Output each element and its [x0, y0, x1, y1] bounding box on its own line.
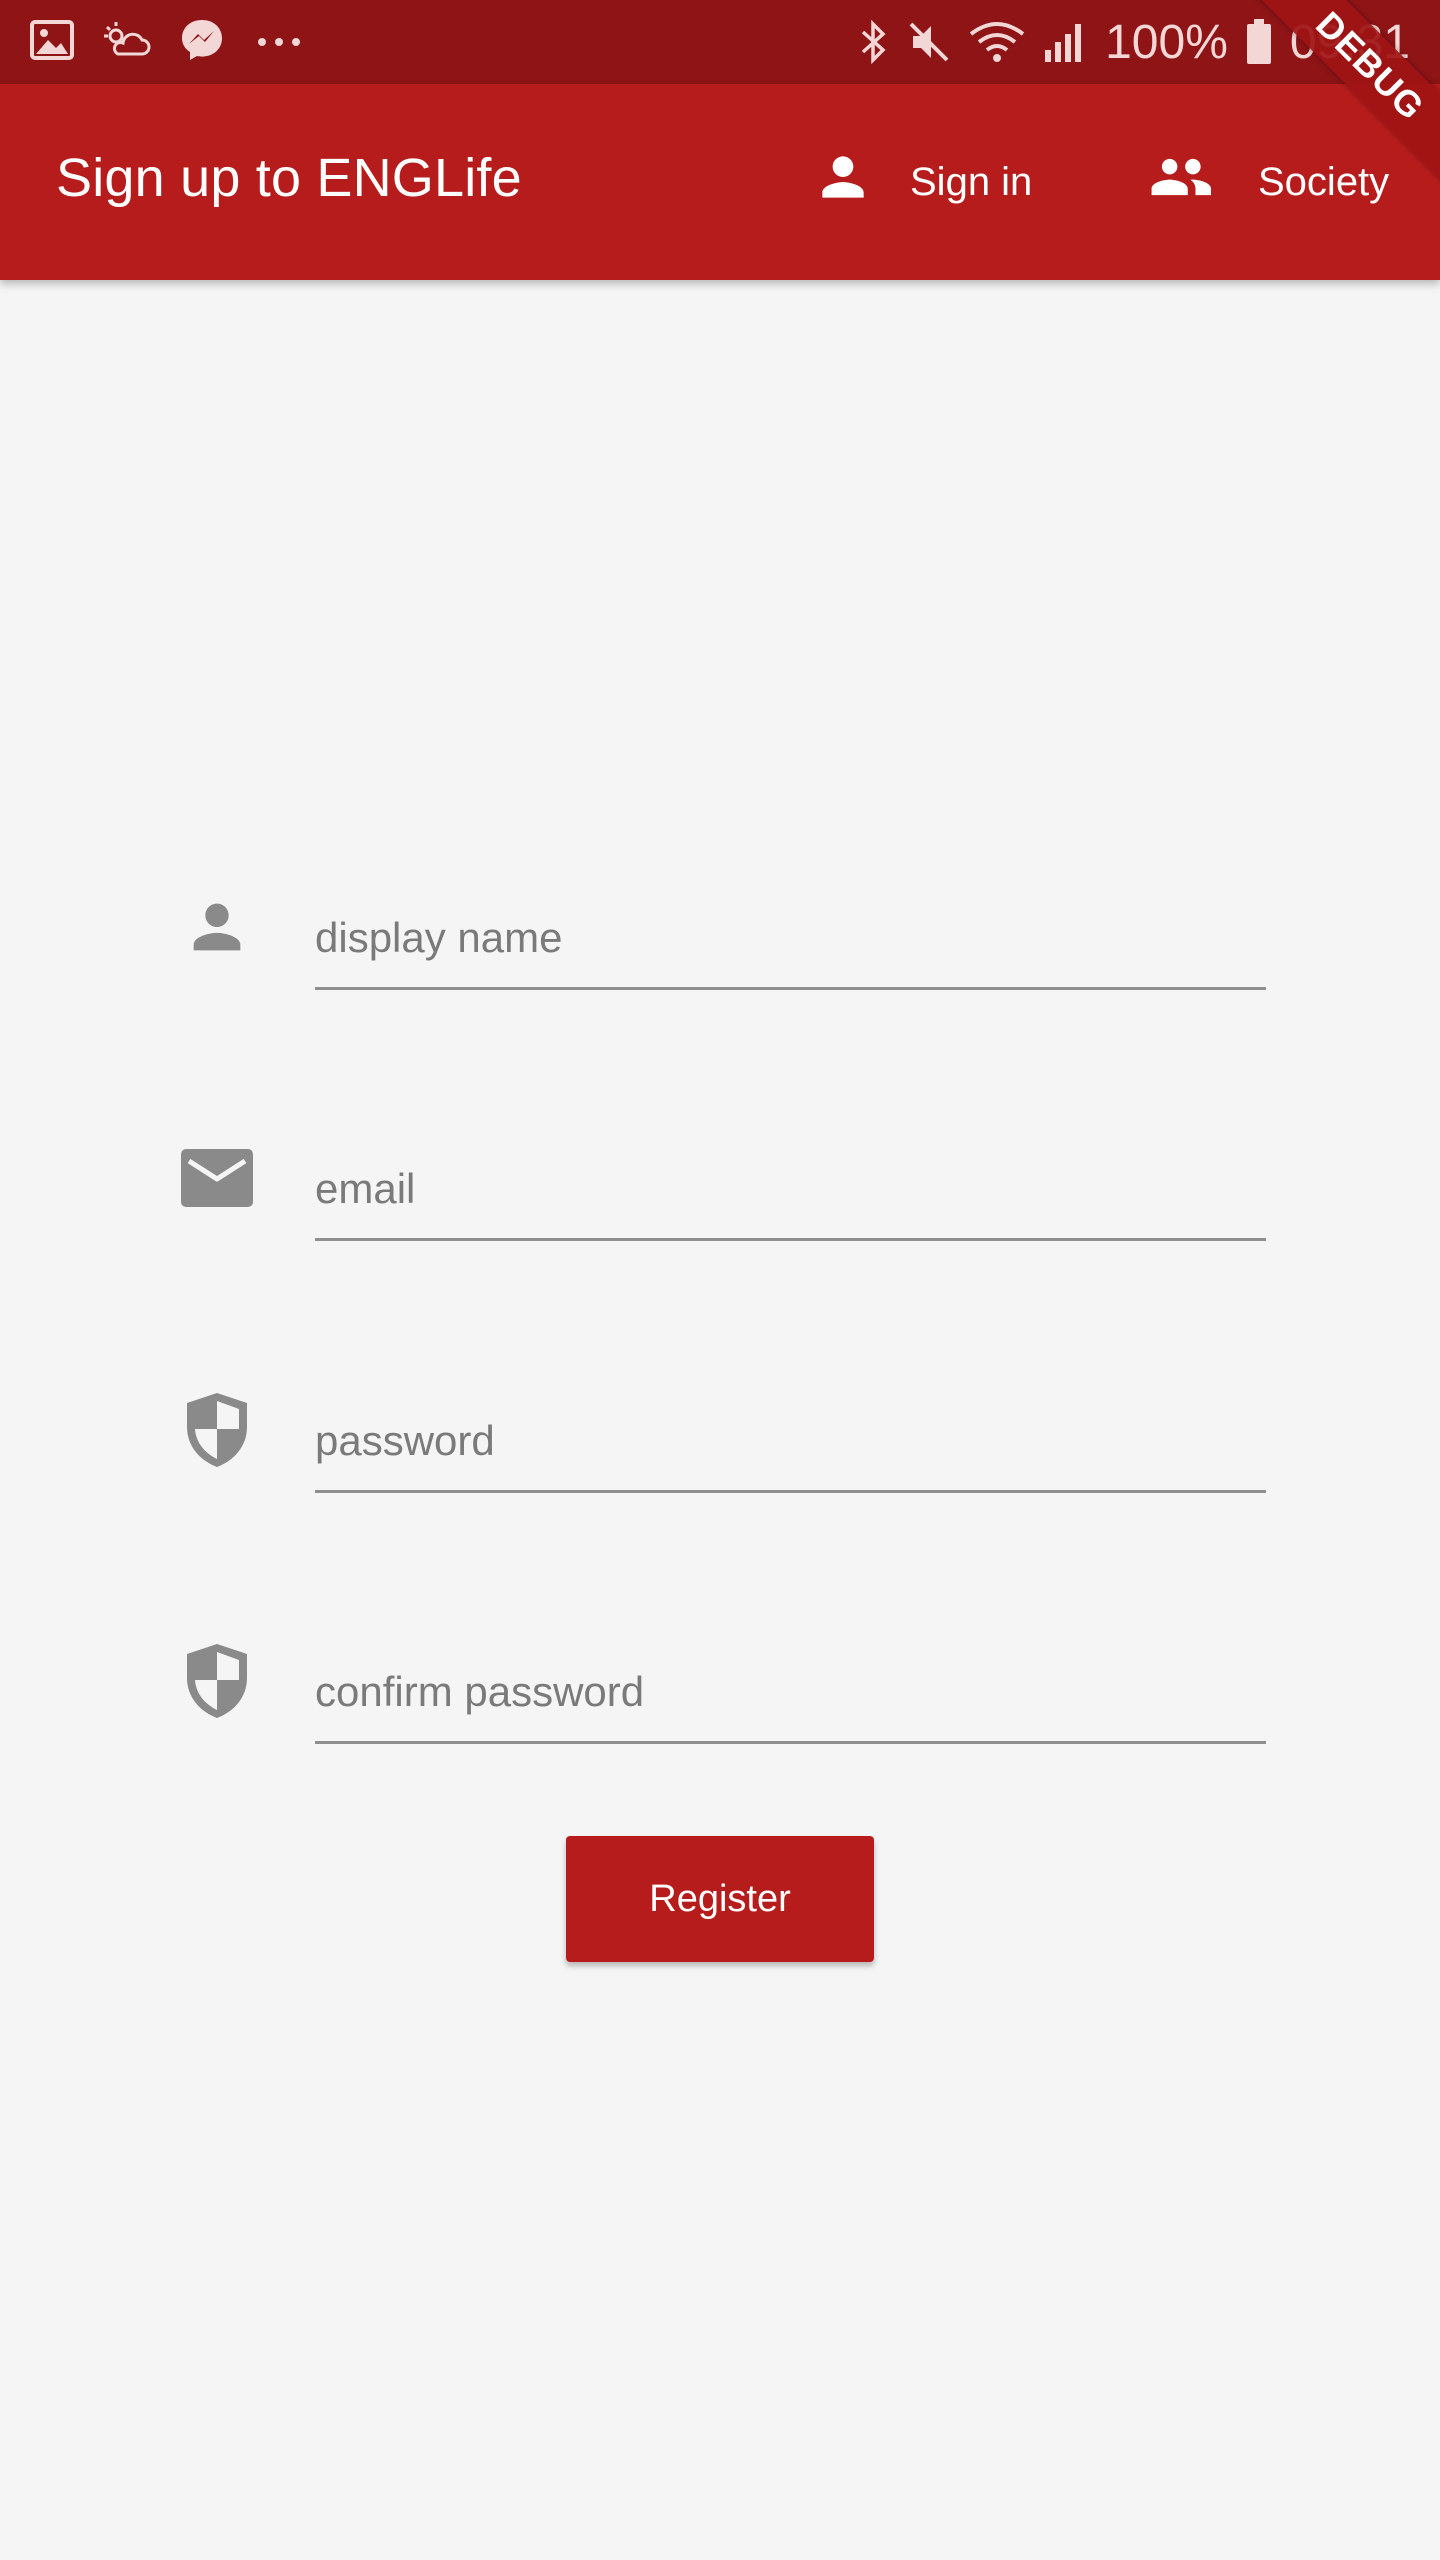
- wifi-icon: [969, 20, 1025, 64]
- sign-in-label: Sign in: [910, 159, 1033, 204]
- email-field[interactable]: [315, 1111, 1266, 1241]
- gallery-icon: [30, 19, 74, 65]
- shield-icon: [170, 1383, 264, 1477]
- sign-in-button[interactable]: Sign in: [812, 142, 1032, 222]
- battery-icon: [1246, 19, 1272, 65]
- weather-icon: [102, 20, 152, 65]
- society-label: Society: [1258, 159, 1390, 204]
- signal-icon: [1043, 20, 1087, 64]
- app-bar: Sign up to ENGLife Sign in Society: [0, 84, 1440, 280]
- register-button[interactable]: Register: [566, 1836, 874, 1962]
- mute-icon: [907, 20, 951, 64]
- status-bar: 100% 09:31: [0, 0, 1440, 84]
- password-row: [170, 1363, 1266, 1493]
- display-name-row: [170, 860, 1266, 990]
- society-button[interactable]: Society: [1138, 142, 1389, 222]
- battery-percent: 100%: [1105, 15, 1228, 69]
- password-field[interactable]: [315, 1363, 1266, 1493]
- confirm-password-field[interactable]: [315, 1614, 1266, 1744]
- email-row: [170, 1111, 1266, 1241]
- person-icon: [812, 146, 874, 218]
- shield-icon: [170, 1634, 264, 1728]
- status-notifications: [30, 16, 300, 68]
- bluetooth-icon: [859, 20, 889, 64]
- display-name-field[interactable]: [315, 860, 1266, 990]
- messenger-icon: [180, 18, 224, 67]
- confirm-password-row: [170, 1614, 1266, 1744]
- email-icon: [170, 1131, 264, 1225]
- people-icon: [1138, 146, 1222, 218]
- person-icon: [170, 880, 264, 974]
- more-dots-icon: [258, 38, 300, 46]
- page-title: Sign up to ENGLife: [56, 148, 522, 208]
